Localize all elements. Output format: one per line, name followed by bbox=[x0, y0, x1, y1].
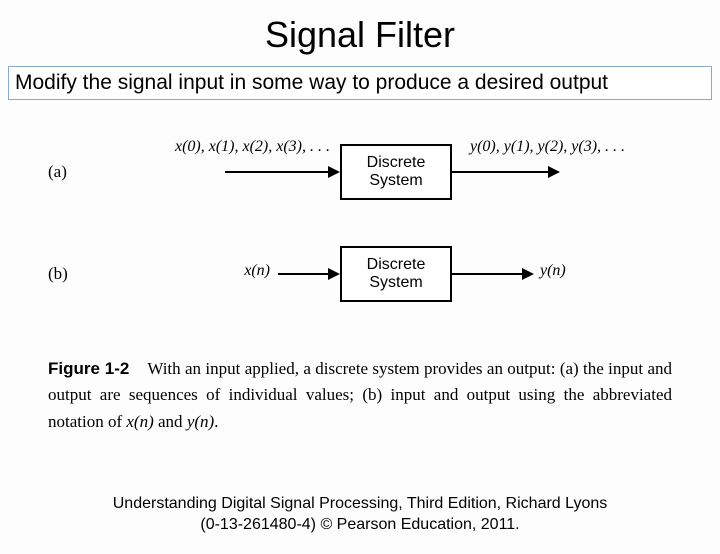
row-a-label: (a) bbox=[48, 162, 67, 182]
diagram-row-a: (a) x(0), x(1), x(2), x(3), . . . Discre… bbox=[0, 132, 720, 212]
row-b-input: x(n) bbox=[130, 262, 270, 280]
row-a-output: y(0), y(1), y(2), y(3), . . . bbox=[470, 138, 680, 156]
row-b-output: y(n) bbox=[540, 262, 566, 280]
subtitle-box: Modify the signal input in some way to p… bbox=[8, 66, 712, 100]
caption-yn: y(n) bbox=[187, 412, 214, 431]
caption-xn: x(n) bbox=[126, 412, 153, 431]
footer-line-2: (0-13-261480-4) © Pearson Education, 201… bbox=[0, 515, 720, 536]
caption-and: and bbox=[154, 412, 187, 431]
row-a-system-box: Discrete System bbox=[340, 144, 452, 200]
figure-number: Figure 1-2 bbox=[48, 359, 129, 378]
row-b-system-box: Discrete System bbox=[340, 246, 452, 302]
footer: Understanding Digital Signal Processing,… bbox=[0, 494, 720, 536]
diagram-row-b: (b) x(n) Discrete System y(n) bbox=[0, 234, 720, 314]
figure-caption: Figure 1-2With an input applied, a discr… bbox=[48, 356, 672, 435]
footer-line-1: Understanding Digital Signal Processing,… bbox=[0, 494, 720, 515]
arrow-icon bbox=[452, 171, 558, 173]
page-title: Signal Filter bbox=[0, 14, 720, 56]
caption-period: . bbox=[214, 412, 218, 431]
diagram-area: (a) x(0), x(1), x(2), x(3), . . . Discre… bbox=[0, 124, 720, 384]
row-a-input: x(0), x(1), x(2), x(3), . . . bbox=[130, 138, 330, 156]
subtitle-text: Modify the signal input in some way to p… bbox=[15, 71, 608, 94]
row-a-box-label: Discrete System bbox=[342, 154, 450, 191]
arrow-icon bbox=[225, 171, 338, 173]
arrow-icon bbox=[278, 273, 338, 275]
row-b-label: (b) bbox=[48, 264, 68, 284]
arrow-icon bbox=[452, 273, 532, 275]
row-b-box-label: Discrete System bbox=[342, 256, 450, 293]
